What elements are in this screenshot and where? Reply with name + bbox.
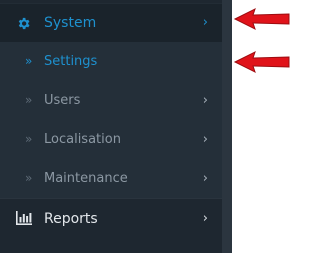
- sidebar-item-label: Reports: [44, 211, 98, 227]
- submenu-item-label: Localisation: [44, 132, 121, 147]
- submenu-item-users[interactable]: » Users ›: [0, 81, 222, 120]
- double-chevron-icon: »: [25, 93, 33, 107]
- chevron-right-icon: ›: [202, 132, 208, 147]
- submenu-item-label: Users: [44, 93, 81, 108]
- bar-chart-icon: [16, 211, 32, 225]
- submenu-item-maintenance[interactable]: » Maintenance ›: [0, 159, 222, 198]
- sidebar-item-system[interactable]: System ›: [0, 3, 222, 43]
- red-arrow-annotation: [233, 8, 290, 30]
- chevron-right-icon: ›: [202, 15, 208, 30]
- sidebar-item-label: System: [44, 15, 97, 31]
- submenu-item-localisation[interactable]: » Localisation ›: [0, 120, 222, 159]
- chevron-right-icon: ›: [202, 171, 208, 186]
- chevron-right-icon: ›: [202, 93, 208, 108]
- double-chevron-icon: »: [25, 54, 33, 68]
- gear-icon: [18, 17, 30, 30]
- content-edge: [222, 0, 232, 253]
- double-chevron-icon: »: [25, 171, 33, 185]
- sidebar-item-reports[interactable]: Reports ›: [0, 198, 222, 239]
- submenu-item-settings[interactable]: » Settings: [0, 42, 222, 81]
- red-arrow-annotation: [233, 51, 290, 73]
- submenu-item-label: Maintenance: [44, 171, 128, 186]
- chevron-right-icon: ›: [202, 211, 208, 226]
- sidebar-menu: System › » Settings » Users › » Localisa…: [0, 0, 222, 253]
- submenu-item-label: Settings: [44, 54, 98, 69]
- double-chevron-icon: »: [25, 132, 33, 146]
